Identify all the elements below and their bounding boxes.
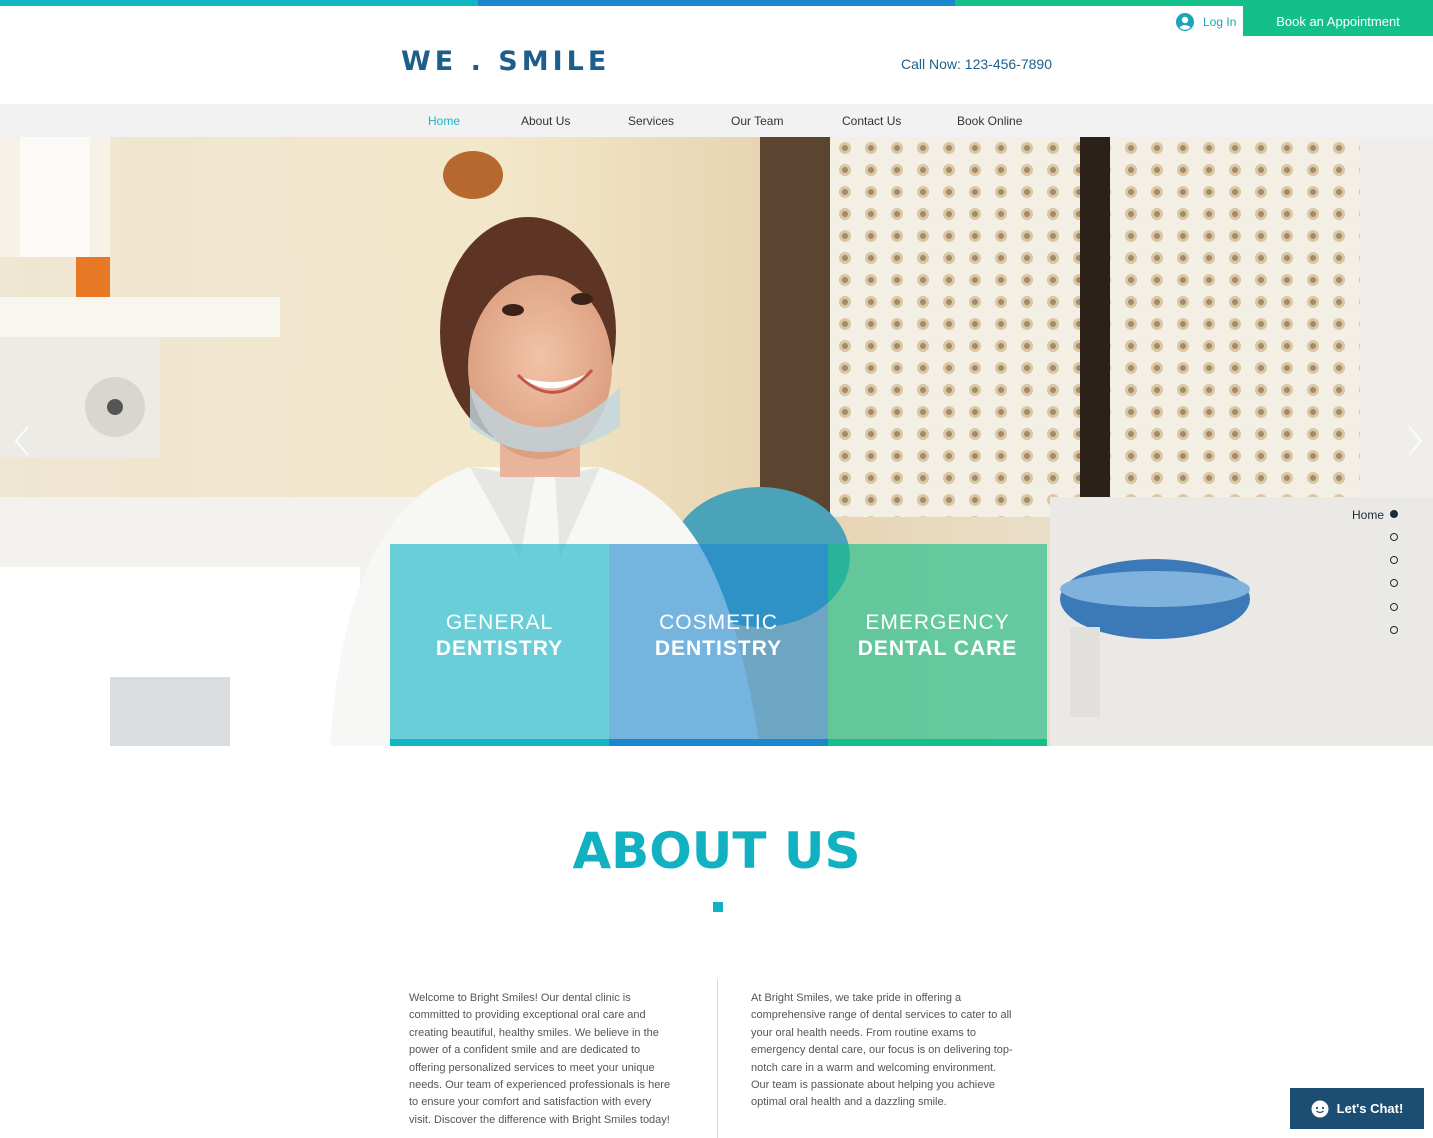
main-nav: Home About Us Services Our Team Contact … bbox=[0, 104, 1433, 137]
tile-title-line1: EMERGENCY bbox=[865, 611, 1010, 634]
login-label[interactable]: Log In bbox=[1203, 15, 1236, 29]
nav-item-home[interactable]: Home bbox=[428, 114, 460, 128]
about-heading: ABOUT US bbox=[572, 822, 861, 880]
tile-title-line1: COSMETIC bbox=[659, 611, 778, 634]
about-text-left: Welcome to Bright Smiles! Our dental cli… bbox=[409, 992, 671, 1126]
strip-teal bbox=[0, 0, 478, 6]
tile-title-line1: GENERAL bbox=[445, 611, 554, 634]
chat-bubble-icon bbox=[1311, 1100, 1329, 1117]
anchor-dot-6[interactable] bbox=[1390, 626, 1398, 634]
login-link[interactable]: Log In bbox=[1176, 13, 1236, 31]
about-text-right: At Bright Smiles, we take pride in offer… bbox=[751, 992, 1013, 1109]
chat-label[interactable]: Let's Chat! bbox=[1337, 1101, 1404, 1116]
hero-slideshow: Home GENERAL DENTISTRY COSMETIC DENTISTR… bbox=[0, 137, 1433, 746]
nav-item-contact-us[interactable]: Contact Us bbox=[842, 114, 901, 128]
section-anchor-menu: Home bbox=[1340, 507, 1410, 637]
anchor-dot-3[interactable] bbox=[1390, 556, 1398, 564]
tile-title-line2: DENTISTRY bbox=[435, 637, 564, 660]
phone-number: Call Now: 123-456-7890 bbox=[901, 56, 1052, 72]
tile-accent-bar bbox=[390, 739, 609, 746]
user-avatar-icon bbox=[1176, 13, 1194, 31]
next-slide-icon[interactable] bbox=[1403, 425, 1427, 457]
anchor-dot-4[interactable] bbox=[1390, 579, 1398, 587]
tile-accent-bar bbox=[609, 739, 828, 746]
anchor-dot-5[interactable] bbox=[1390, 603, 1398, 611]
prev-slide-icon[interactable] bbox=[10, 425, 34, 457]
nav-item-book-online[interactable]: Book Online bbox=[957, 114, 1022, 128]
book-appointment-button[interactable]: Book an Appointment bbox=[1243, 6, 1433, 36]
anchor-dot-2[interactable] bbox=[1390, 533, 1398, 541]
service-tiles: GENERAL DENTISTRY COSMETIC DENTISTRY EME… bbox=[390, 544, 1047, 746]
column-divider bbox=[717, 979, 718, 1138]
tile-general-dentistry[interactable]: GENERAL DENTISTRY bbox=[390, 544, 609, 746]
tile-title-line2: DENTAL CARE bbox=[857, 637, 1018, 660]
nav-item-our-team[interactable]: Our Team bbox=[731, 114, 783, 128]
nav-item-about-us[interactable]: About Us bbox=[521, 114, 570, 128]
anchor-label-home[interactable]: Home bbox=[1352, 508, 1384, 522]
strip-blue bbox=[477, 0, 956, 6]
tile-accent-bar bbox=[828, 739, 1047, 746]
anchor-dot-home[interactable] bbox=[1390, 510, 1398, 518]
lets-chat-button[interactable]: Let's Chat! bbox=[1290, 1088, 1424, 1129]
site-logo[interactable]: WE . SMILE bbox=[401, 46, 610, 77]
about-accent-square bbox=[713, 902, 723, 912]
top-color-strip bbox=[0, 0, 1433, 6]
tile-title-line2: DENTISTRY bbox=[654, 637, 783, 660]
tile-emergency-dental-care[interactable]: EMERGENCY DENTAL CARE bbox=[828, 544, 1047, 746]
nav-item-services[interactable]: Services bbox=[628, 114, 674, 128]
tile-cosmetic-dentistry[interactable]: COSMETIC DENTISTRY bbox=[609, 544, 828, 746]
